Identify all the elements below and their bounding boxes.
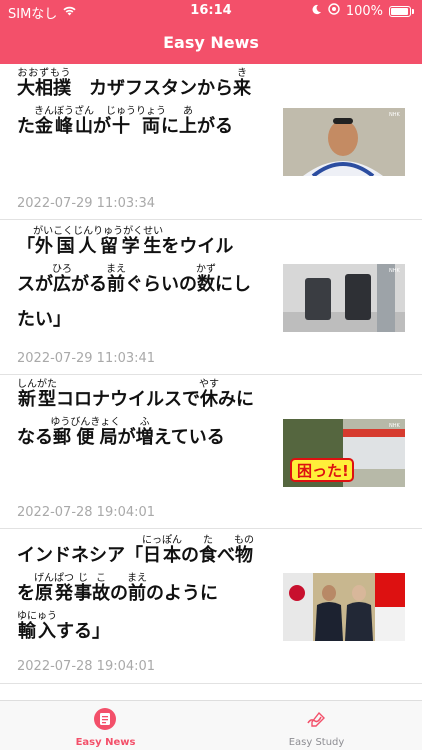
page-title: Easy News (163, 33, 259, 52)
news-date: 2022-07-28 19:04:01 (17, 659, 156, 674)
location-icon (328, 3, 340, 19)
battery-icon (389, 5, 414, 17)
news-date: 2022-07-28 19:04:01 (17, 505, 156, 520)
news-headline[interactable]: 大相撲おおずもう カザフスタンから来き た金峰山きんぼうざんが十両じゅうりょうに… (17, 68, 269, 144)
news-feed[interactable]: 大相撲おおずもう カザフスタンから来き た金峰山きんぼうざんが十両じゅうりょうに… (0, 64, 422, 700)
status-right: 100% (311, 3, 414, 19)
news-headline[interactable]: 新型しんがたコロナウイルスで休やすみに なる郵便局ゆうびんきょくが増ふえている (17, 379, 269, 455)
news-thumbnail[interactable]: NHK (283, 108, 405, 176)
news-item[interactable]: 新型しんがたコロナウイルスで休やすみに なる郵便局ゆうびんきょくが増ふえている … (0, 375, 422, 529)
tab-label: Easy News (75, 737, 136, 748)
svg-text:NHK: NHK (389, 112, 401, 118)
news-item[interactable]: 「外国人留学生がいこくじんりゅうがくせいをウイル スが広ひろがる前まえぐらいの数… (0, 220, 422, 375)
news-headline[interactable]: 「外国人留学生がいこくじんりゅうがくせいをウイル スが広ひろがる前まえぐらいの数… (17, 226, 269, 337)
status-bar: SIMなし 16:14 100% (0, 0, 422, 22)
svg-text:NHK: NHK (389, 268, 401, 274)
news-icon (94, 708, 116, 730)
news-item[interactable]: インドネシア「日本にっぽんの食たべ物もの を原発げんぱつ事故じこの前まえのように… (0, 529, 422, 684)
tab-easy-study[interactable]: Easy Study (211, 701, 422, 750)
news-date: 2022-07-29 11:03:41 (17, 351, 156, 366)
tab-bar: Easy News Easy Study (0, 700, 422, 750)
news-thumbnail[interactable]: NHK (283, 264, 405, 332)
tab-easy-news[interactable]: Easy News (0, 701, 211, 750)
svg-text:NHK: NHK (389, 423, 401, 429)
header: SIMなし 16:14 100% Easy News (0, 0, 422, 64)
news-date: 2022-07-29 11:03:34 (17, 196, 156, 211)
moon-icon (311, 4, 322, 19)
tab-label: Easy Study (288, 737, 345, 748)
news-headline[interactable]: インドネシア「日本にっぽんの食たべ物もの を原発げんぱつ事故じこの前まえのように… (17, 535, 269, 649)
study-icon (305, 708, 327, 730)
svg-text:困った!: 困った! (297, 462, 349, 480)
battery-percent: 100% (345, 3, 383, 19)
battery-fill (391, 7, 408, 15)
news-item[interactable]: 大相撲おおずもう カザフスタンから来き た金峰山きんぼうざんが十両じゅうりょうに… (0, 64, 422, 220)
news-thumbnail[interactable]: 困った! NHK (283, 419, 405, 487)
news-thumbnail[interactable] (283, 573, 405, 641)
